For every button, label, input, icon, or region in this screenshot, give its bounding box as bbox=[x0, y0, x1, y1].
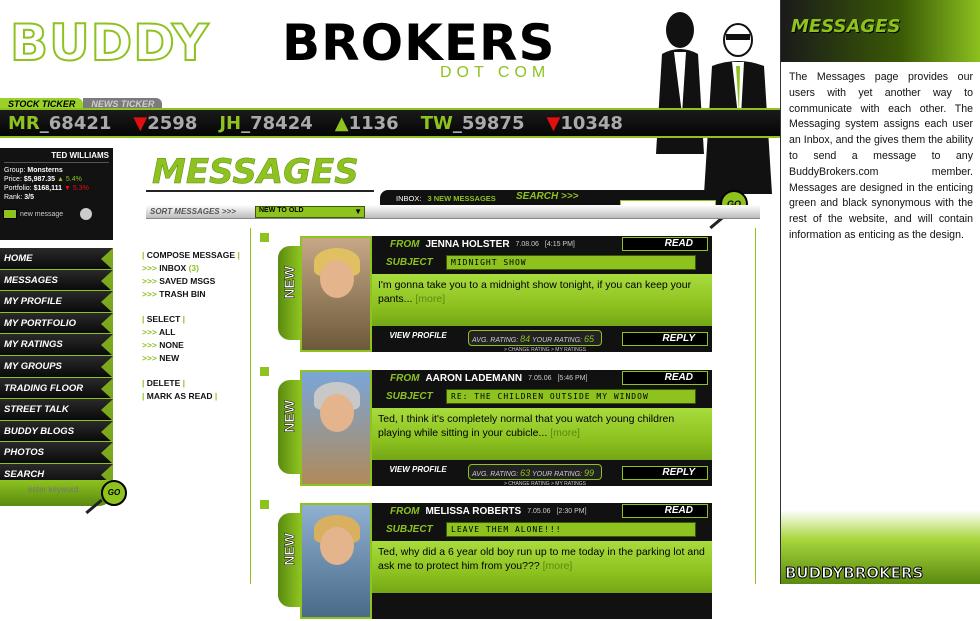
nav-street-talk[interactable]: STREET TALK bbox=[0, 399, 113, 421]
read-button[interactable]: READ bbox=[622, 504, 708, 518]
sort-select[interactable]: NEW TO OLD ▼ bbox=[255, 206, 365, 218]
sender-photo[interactable] bbox=[300, 503, 372, 619]
message-menu: | COMPOSE MESSAGE | >>> INBOX (3) >>> SA… bbox=[142, 249, 252, 403]
rating-box: AVG. RATING: 63 YOUR RATING: 99 bbox=[468, 464, 602, 480]
message-body: FROM JENNA HOLSTER 7.08.06 [4:15 PM] READ S… bbox=[372, 236, 712, 353]
view-profile-button[interactable]: VIEW PROFILE bbox=[382, 332, 454, 340]
nav-home[interactable]: HOME bbox=[0, 248, 113, 270]
change-rating-link[interactable]: > CHANGE RATING bbox=[504, 481, 550, 487]
sidebar-go-button[interactable]: GO bbox=[101, 480, 127, 506]
nav-my-profile[interactable]: MY PROFILE bbox=[0, 291, 113, 313]
mark-as-read-button[interactable]: | MARK AS READ | bbox=[142, 390, 252, 403]
reply-button[interactable]: REPLY bbox=[622, 332, 708, 346]
read-button[interactable]: READ bbox=[622, 371, 708, 385]
nav-trading-floor[interactable]: TRADING FLOOR bbox=[0, 377, 113, 400]
more-link[interactable]: [more] bbox=[543, 560, 573, 572]
sort-label: SORT MESSAGES >>> bbox=[150, 207, 236, 216]
info-panel: MESSAGES The Messages page provides our … bbox=[780, 0, 980, 584]
view-profile-button[interactable]: VIEW PROFILE bbox=[382, 466, 454, 474]
logo-buddy: BUDDY bbox=[9, 13, 210, 73]
info-panel-text: The Messages page provides our users wit… bbox=[789, 71, 973, 241]
ticker-item: MR_68421 bbox=[8, 112, 112, 134]
sidebar-search-input[interactable] bbox=[10, 482, 92, 496]
ticker-item: ▼2598 bbox=[133, 112, 198, 134]
message-body: FROM MELISSA ROBERTS 7.05.06 [2:30 PM] READ… bbox=[372, 503, 712, 619]
sender-name[interactable]: JENNA HOLSTER bbox=[425, 239, 509, 250]
nav-buddy-blogs[interactable]: BUDDY BLOGS bbox=[0, 420, 113, 443]
logo-dotcom: DOT COM bbox=[440, 64, 551, 81]
change-rating-link[interactable]: > CHANGE RATING bbox=[504, 347, 550, 353]
user-name: TED WILLIAMS bbox=[4, 151, 109, 163]
stock-ticker: MR_68421 ▼2598 JH_78424 ▲1136 TW_59875 ▼… bbox=[0, 108, 780, 138]
ticker-item: ▼10348 bbox=[546, 112, 623, 134]
main-search-label: SEARCH >>> bbox=[516, 191, 579, 202]
new-tag: NEW bbox=[278, 380, 300, 474]
nav-messages[interactable]: MESSAGES bbox=[0, 269, 113, 292]
message-checkbox[interactable] bbox=[260, 233, 269, 242]
more-link[interactable]: [more] bbox=[415, 293, 445, 305]
message-preview: I'm gonna take you to a midnight show to… bbox=[372, 274, 712, 326]
sender-name[interactable]: AARON LADEMANN bbox=[425, 373, 522, 384]
compose-message-link[interactable]: | COMPOSE MESSAGE | bbox=[142, 249, 252, 262]
nav-photos[interactable]: PHOTOS bbox=[0, 442, 113, 464]
title-underline bbox=[146, 190, 374, 192]
new-message-indicator[interactable]: new message bbox=[3, 206, 108, 222]
new-tag: NEW bbox=[278, 246, 300, 340]
nav-my-ratings[interactable]: MY RATINGS bbox=[0, 334, 113, 356]
saved-msgs-link[interactable]: >>> SAVED MSGS bbox=[142, 275, 252, 288]
my-ratings-link[interactable]: > MY RATINGS bbox=[551, 347, 586, 353]
businesspeople-illustration bbox=[656, 12, 772, 194]
read-button[interactable]: READ bbox=[622, 237, 708, 251]
ticker-item: ▲1136 bbox=[334, 112, 399, 134]
message-preview: Ted, why did a 6 year old boy run up to … bbox=[372, 541, 712, 593]
info-panel-title: MESSAGES bbox=[791, 16, 901, 37]
rating-box: AVG. RATING: 84 YOUR RATING: 65 bbox=[468, 330, 602, 346]
delete-button[interactable]: | DELETE | bbox=[142, 377, 252, 390]
subject-field: LEAVE THEM ALONE!!! bbox=[446, 522, 696, 537]
envelope-icon bbox=[3, 209, 17, 219]
ticker-tabs: STOCK TICKER NEWS TICKER bbox=[0, 94, 200, 112]
my-ratings-link[interactable]: > MY RATINGS bbox=[551, 481, 586, 487]
message-card: NEW FROM AARON LADEMANN 7.05.06 [5:46 PM] R… bbox=[278, 366, 712, 488]
select-new-link[interactable]: >>> NEW bbox=[142, 352, 252, 365]
status-dot-icon bbox=[80, 208, 93, 220]
user-panel: TED WILLIAMS Group: Monsterns Price: $5,… bbox=[0, 148, 113, 240]
trash-bin-link[interactable]: >>> TRASH BIN bbox=[142, 288, 252, 301]
select-label: | SELECT | bbox=[142, 314, 186, 324]
sidebar-nav: HOME MESSAGES MY PROFILE MY PORTFOLIO MY… bbox=[0, 248, 113, 486]
sender-photo[interactable] bbox=[300, 236, 372, 352]
sender-photo[interactable] bbox=[300, 370, 372, 486]
more-link[interactable]: [more] bbox=[550, 427, 580, 439]
sort-bar bbox=[146, 205, 760, 219]
message-body: FROM AARON LADEMANN 7.05.06 [5:46 PM] READ … bbox=[372, 370, 712, 487]
nav-my-groups[interactable]: MY GROUPS bbox=[0, 355, 113, 378]
message-checkbox[interactable] bbox=[260, 367, 269, 376]
ticker-item: JH_78424 bbox=[219, 112, 313, 134]
footer-logo: BUDDYBROKERS bbox=[784, 564, 924, 583]
subject-field: MIDNIGHT SHOW bbox=[446, 255, 696, 270]
sender-name[interactable]: MELISSA ROBERTS bbox=[425, 506, 521, 517]
ticker-item: TW_59875 bbox=[420, 112, 525, 134]
inbox-link[interactable]: >>> INBOX (3) bbox=[142, 262, 252, 275]
message-card: NEW FROM JENNA HOLSTER 7.08.06 [4:15 PM] RE… bbox=[278, 232, 712, 354]
reply-button[interactable]: REPLY bbox=[622, 466, 708, 480]
select-none-link[interactable]: >>> NONE bbox=[142, 339, 252, 352]
subject-field: RE: THE CHILDREN OUTSIDE MY WINDOW bbox=[446, 389, 696, 404]
page-title: MESSAGES bbox=[152, 152, 359, 193]
inbox-count[interactable]: 3 NEW MESSAGES bbox=[427, 194, 495, 203]
message-preview: Ted, I think it's completely normal that… bbox=[372, 408, 712, 460]
message-card: NEW FROM MELISSA ROBERTS 7.05.06 [2:30 PM] … bbox=[278, 499, 712, 621]
chevron-down-icon: ▼ bbox=[354, 207, 362, 216]
select-all-link[interactable]: >>> ALL bbox=[142, 326, 252, 339]
message-checkbox[interactable] bbox=[260, 500, 269, 509]
nav-my-portfolio[interactable]: MY PORTFOLIO bbox=[0, 312, 113, 335]
new-tag: NEW bbox=[278, 513, 300, 607]
divider bbox=[755, 228, 756, 584]
